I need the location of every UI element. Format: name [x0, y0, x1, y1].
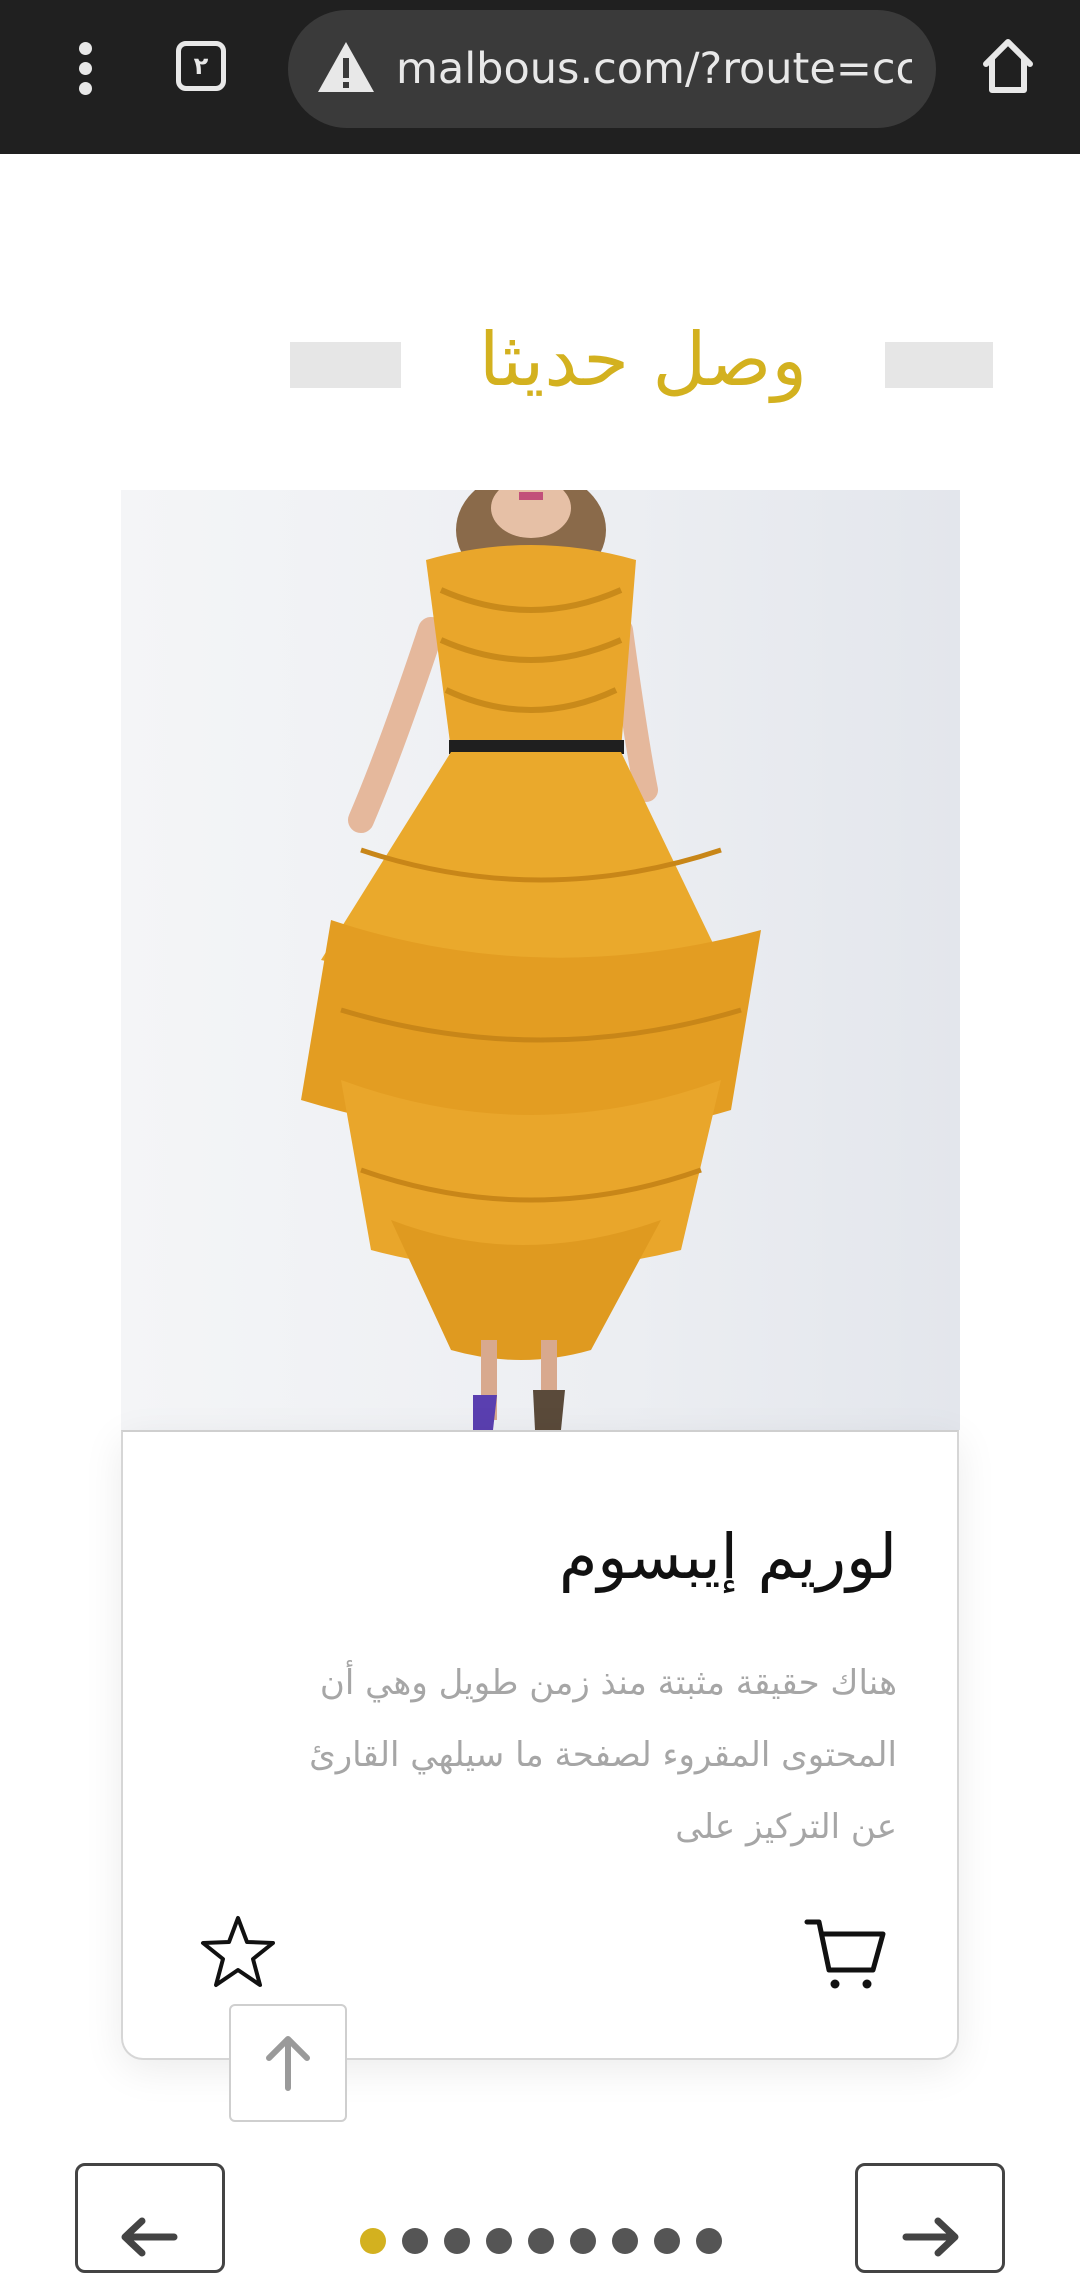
carousel-dot[interactable]	[360, 2228, 386, 2254]
heading-decor-left	[290, 342, 401, 388]
section-heading: وصل حديثا	[0, 300, 1080, 420]
heading-decor-right	[885, 342, 993, 388]
home-icon[interactable]	[980, 36, 1036, 96]
warning-icon	[318, 42, 374, 92]
section-title: وصل حديثا	[478, 317, 808, 403]
star-icon[interactable]	[198, 1912, 278, 1992]
product-card: لوريم إيبسوم هناك حقيقة مثبتة منذ زمن طو…	[121, 1430, 959, 2060]
product-title[interactable]: لوريم إيبسوم	[197, 1512, 897, 1602]
description-line: المحتوى المقروء لصفحة ما سيلهي القارئ	[309, 1735, 897, 1775]
cart-icon[interactable]	[803, 1912, 887, 1992]
url-text: malbous.com/?route=cc	[396, 44, 912, 94]
product-description: هناك حقيقة مثبتة منذ زمن طويل وهي أن الم…	[197, 1647, 897, 1863]
product-image[interactable]	[121, 490, 960, 1430]
carousel-prev-button[interactable]	[75, 2163, 225, 2273]
carousel-dot[interactable]	[486, 2228, 512, 2254]
carousel-dot[interactable]	[570, 2228, 596, 2254]
carousel-dot[interactable]	[654, 2228, 680, 2254]
browser-toolbar: ٢ malbous.com/?route=cc	[0, 0, 1080, 154]
carousel-dot[interactable]	[528, 2228, 554, 2254]
carousel-dot[interactable]	[402, 2228, 428, 2254]
back-to-top-button[interactable]	[229, 2004, 347, 2122]
description-line: هناك حقيقة مثبتة منذ زمن طويل وهي أن	[319, 1663, 897, 1703]
address-bar[interactable]: malbous.com/?route=cc	[288, 10, 936, 128]
arrow-up-icon	[266, 2036, 310, 2091]
arrow-right-icon	[902, 2217, 959, 2257]
description-line: عن التركيز على	[675, 1807, 897, 1847]
arrow-left-icon	[121, 2217, 178, 2257]
carousel-dot[interactable]	[696, 2228, 722, 2254]
carousel-dot[interactable]	[612, 2228, 638, 2254]
more-vert-icon[interactable]	[60, 36, 110, 100]
carousel-dot[interactable]	[444, 2228, 470, 2254]
dress-illustration	[301, 490, 761, 1430]
carousel-next-button[interactable]	[855, 2163, 1005, 2273]
tabs-icon[interactable]: ٢	[176, 41, 226, 91]
